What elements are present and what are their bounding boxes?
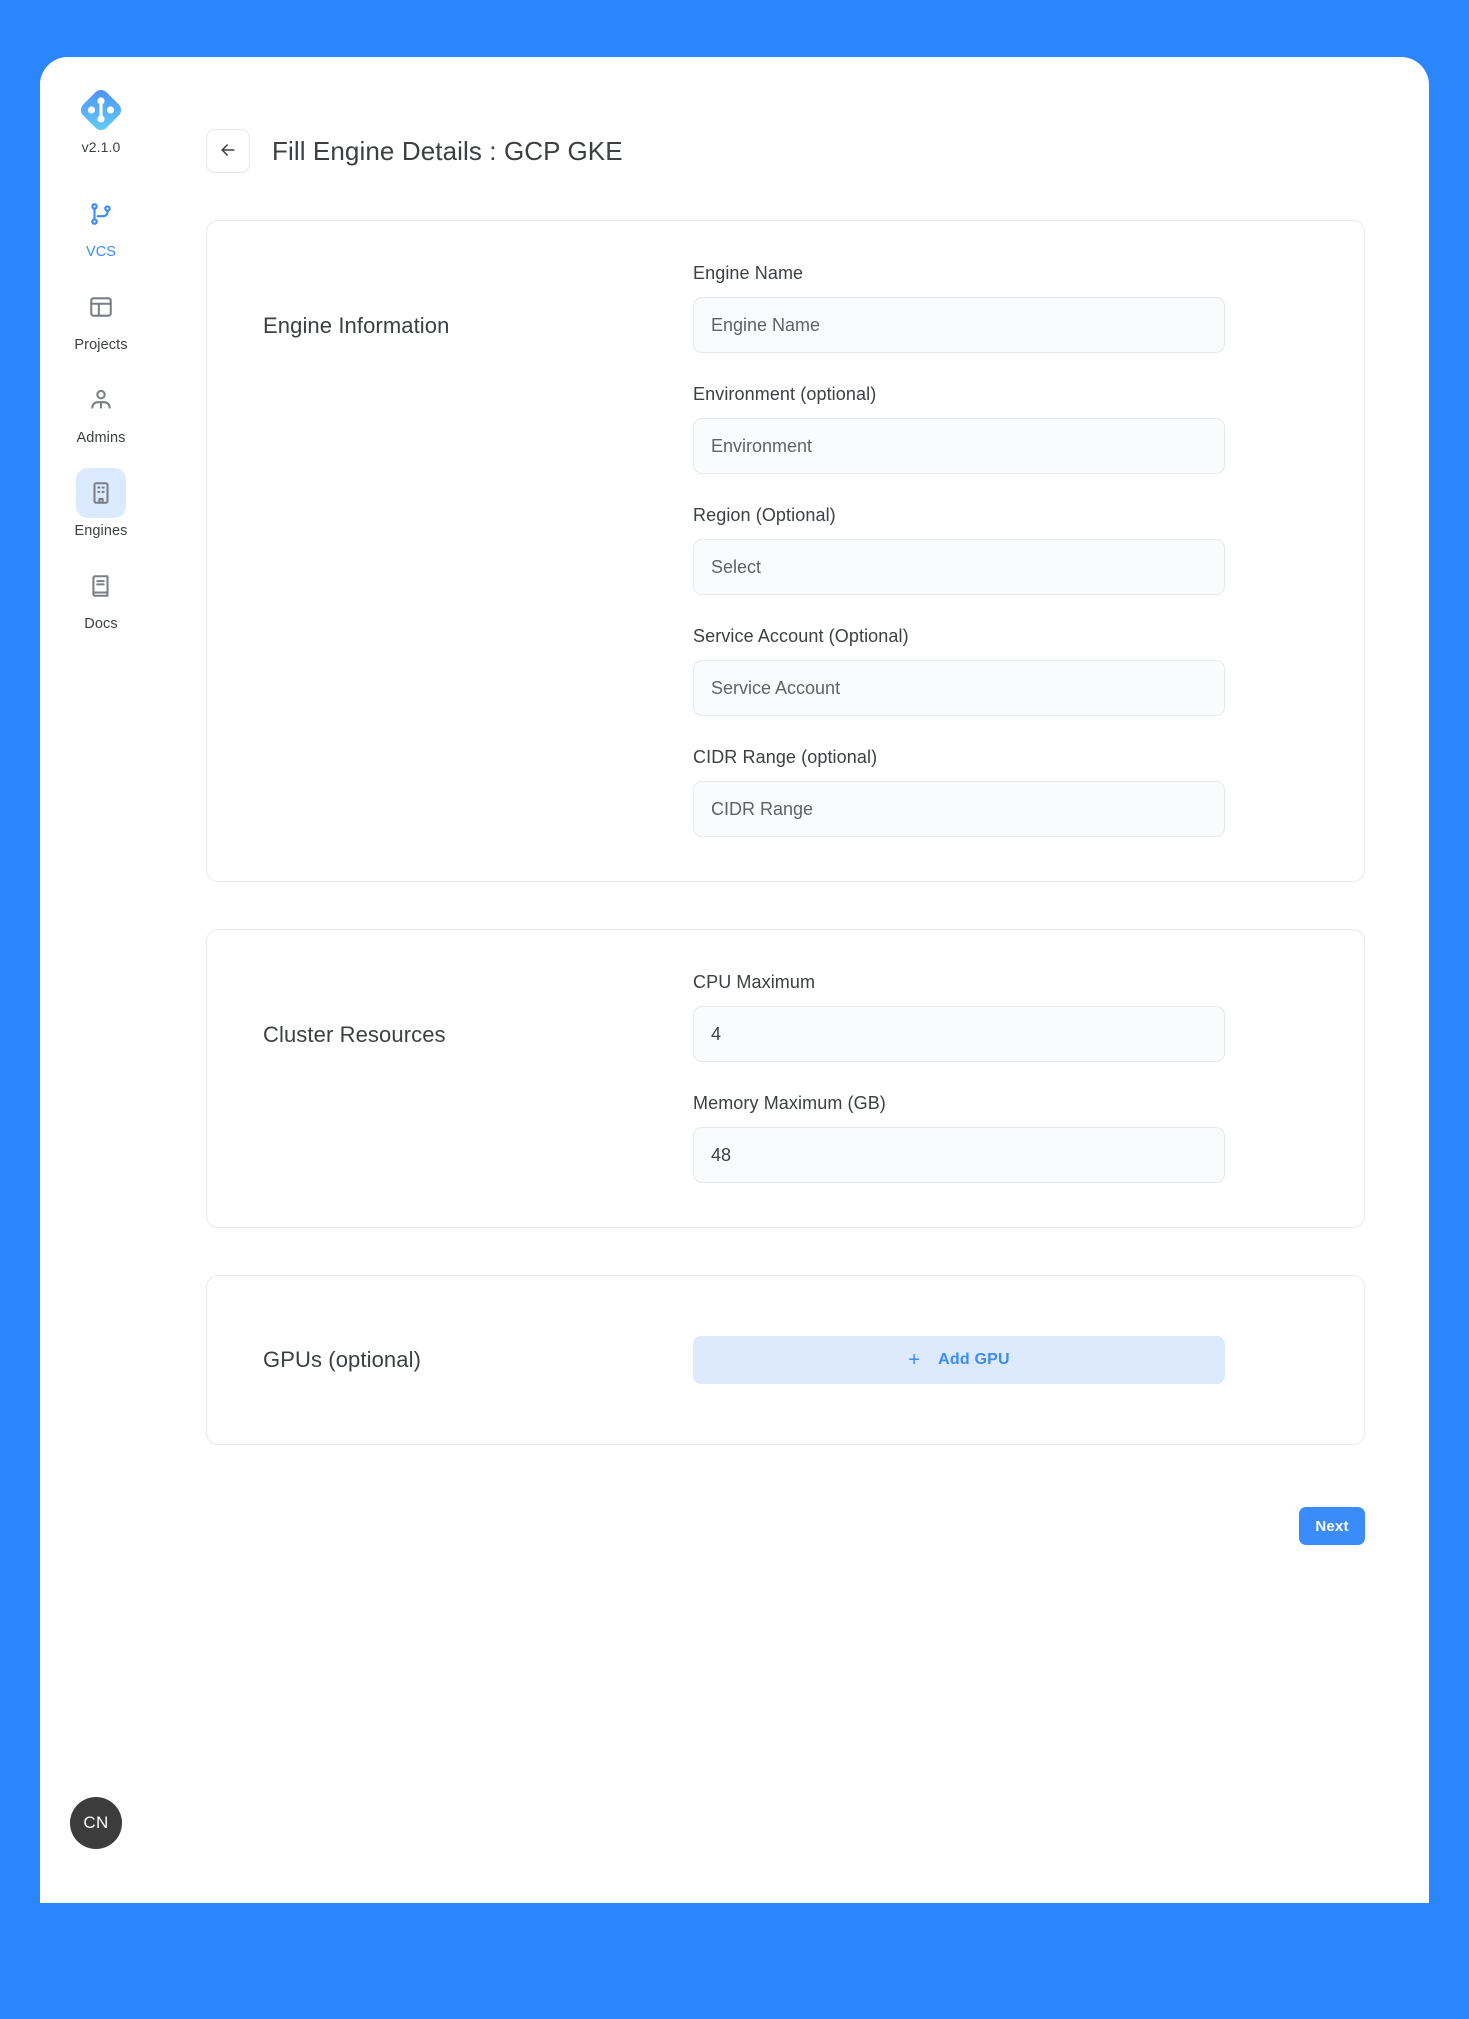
sidebar-item-vcs[interactable]: VCS	[40, 189, 162, 260]
field-environment: Environment (optional)	[693, 384, 1225, 474]
card-fields-column: CPU Maximum Memory Maximum (GB)	[693, 972, 1225, 1183]
field-memory-maximum: Memory Maximum (GB)	[693, 1093, 1225, 1183]
engine-information-card: Engine Information Engine Name Environme…	[206, 220, 1365, 882]
sidebar-item-engines[interactable]: Engines	[40, 468, 162, 539]
users-icon	[76, 375, 126, 425]
sidebar-item-label: VCS	[85, 244, 117, 260]
field-cidr-range: CIDR Range (optional)	[693, 747, 1225, 837]
sidebar-item-projects[interactable]: Projects	[40, 282, 162, 353]
card-title-column: Engine Information	[263, 263, 693, 837]
sidebar: v2.1.0 VCS Projects Admins Engines Docs …	[40, 57, 162, 1903]
region-select[interactable]: Select	[693, 539, 1225, 595]
back-button[interactable]	[206, 129, 250, 173]
field-region: Region (Optional) Select	[693, 505, 1225, 595]
footer-bar: Next	[206, 1445, 1365, 1585]
brand-diamond-icon	[78, 87, 124, 133]
next-button[interactable]: Next	[1299, 1507, 1365, 1545]
sidebar-item-label: Projects	[74, 337, 128, 353]
sidebar-item-label: Engines	[74, 523, 128, 539]
service-account-input[interactable]	[693, 660, 1225, 716]
building-icon	[76, 468, 126, 518]
sidebar-item-admins[interactable]: Admins	[40, 375, 162, 446]
field-label: CIDR Range (optional)	[693, 747, 878, 767]
arrow-left-icon	[218, 140, 238, 163]
card-fields-column: Engine Name Environment (optional) Regio…	[693, 263, 1225, 837]
card-title: Cluster Resources	[263, 1022, 446, 1047]
card-title: Engine Information	[263, 313, 450, 338]
field-service-account: Service Account (Optional)	[693, 626, 1225, 716]
card-title-column: GPUs (optional)	[263, 1347, 693, 1373]
main-content: Fill Engine Details : GCP GKE Engine Inf…	[162, 57, 1429, 1903]
book-icon	[76, 561, 126, 611]
card-title-column: Cluster Resources	[263, 972, 693, 1183]
app-window: v2.1.0 VCS Projects Admins Engines Docs …	[40, 57, 1429, 1903]
add-gpu-button[interactable]: + Add GPU	[693, 1336, 1225, 1384]
cluster-resources-card: Cluster Resources CPU Maximum Memory Max…	[206, 929, 1365, 1228]
branch-icon	[76, 189, 126, 239]
engine-name-input[interactable]	[693, 297, 1225, 353]
sidebar-item-label: Docs	[84, 616, 118, 632]
memory-maximum-input[interactable]	[693, 1127, 1225, 1183]
field-label: Service Account (Optional)	[693, 626, 909, 646]
layout-icon	[76, 282, 126, 332]
cidr-range-input[interactable]	[693, 781, 1225, 837]
version-label: v2.1.0	[81, 139, 121, 155]
field-label: Memory Maximum (GB)	[693, 1093, 886, 1113]
page-title: Fill Engine Details : GCP GKE	[272, 135, 623, 166]
field-cpu-maximum: CPU Maximum	[693, 972, 1225, 1062]
field-label: Region (Optional)	[693, 505, 836, 525]
cpu-maximum-input[interactable]	[693, 1006, 1225, 1062]
plus-icon: +	[908, 1349, 921, 1371]
page-header: Fill Engine Details : GCP GKE	[206, 57, 1365, 173]
card-title: GPUs (optional)	[263, 1347, 422, 1372]
field-engine-name: Engine Name	[693, 263, 1225, 353]
field-label: Engine Name	[693, 263, 804, 283]
gpus-card: GPUs (optional) + Add GPU	[206, 1275, 1365, 1445]
card-fields-column: + Add GPU	[693, 1336, 1225, 1384]
add-gpu-label: Add GPU	[938, 1351, 1010, 1368]
sidebar-item-label: Admins	[76, 430, 126, 446]
field-label: CPU Maximum	[693, 972, 816, 992]
field-label: Environment (optional)	[693, 384, 877, 404]
environment-input[interactable]	[693, 418, 1225, 474]
avatar[interactable]: CN	[70, 1797, 122, 1849]
sidebar-item-docs[interactable]: Docs	[40, 561, 162, 632]
